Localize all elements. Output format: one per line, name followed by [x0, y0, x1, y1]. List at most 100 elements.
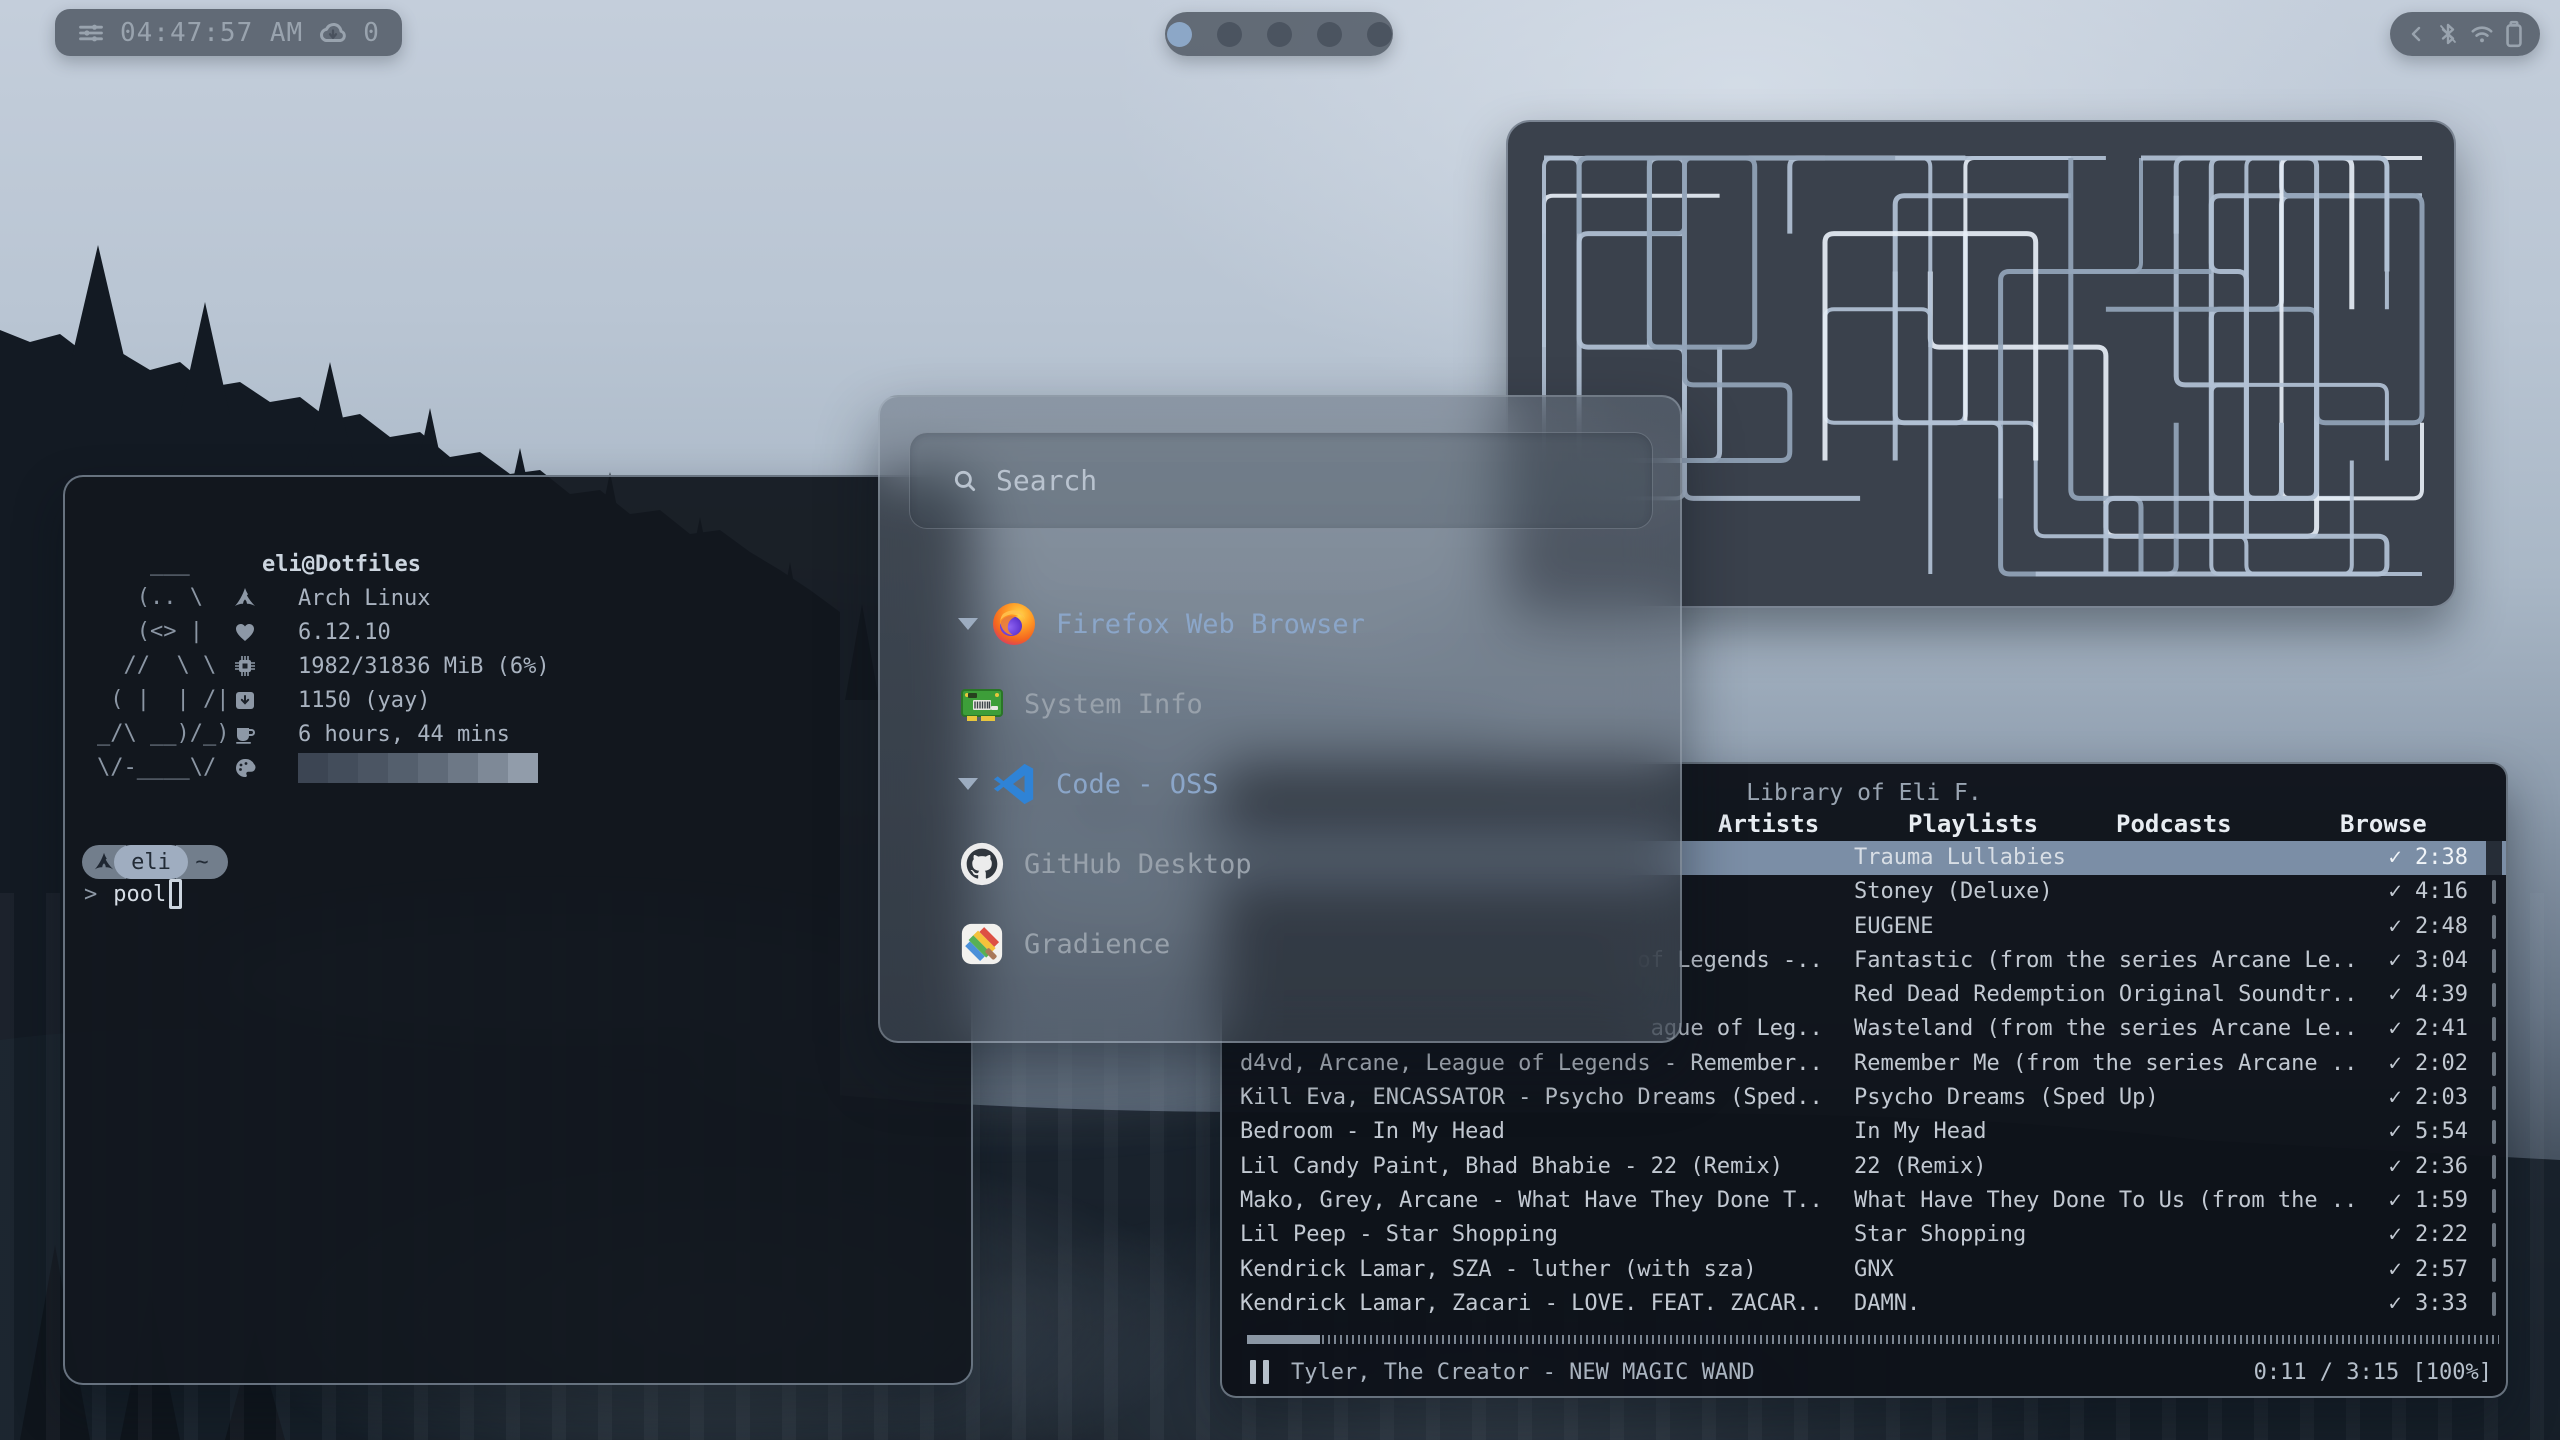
track-duration: ✓ 2:36	[2389, 1150, 2468, 1184]
seek-bar[interactable]	[1247, 1335, 2499, 1344]
track-artist-title: Bedroom - In My Head	[1240, 1115, 1825, 1149]
track-duration: ✓ 2:41	[2389, 1012, 2468, 1046]
playlist-row[interactable]: d4vd, Arcane, League of Legends - Rememb…	[1222, 1047, 2506, 1081]
command-line[interactable]: > pool	[84, 877, 182, 911]
desktop: 04:47:57 AM 0 ___ (.. \ (<> | // \ \ ( |…	[0, 0, 2560, 1440]
scrollbar-tick	[2492, 1292, 2496, 1316]
track-duration: ✓ 3:33	[2389, 1287, 2468, 1321]
track-duration: ✓ 3:04	[2389, 944, 2468, 978]
track-duration: ✓ 5:54	[2389, 1115, 2468, 1149]
workspace-dot-4[interactable]	[1317, 22, 1342, 47]
track-artist-title: Lil Peep - Star Shopping	[1240, 1218, 1825, 1252]
track-album: Star Shopping	[1854, 1218, 2359, 1252]
track-album: Fantastic (from the series Arcane Le..	[1854, 944, 2359, 978]
system-tray[interactable]	[2390, 12, 2540, 56]
battery-icon[interactable]	[2503, 20, 2525, 48]
fetch-ascii-logo: ___ (.. \ (<> | // \ \ ( | | /| _/\ __)/…	[97, 547, 229, 785]
chevron-left-icon[interactable]	[2405, 22, 2429, 46]
track-duration: ✓ 2:48	[2389, 910, 2468, 944]
fetch-value: 1982/31836 MiB (6%)	[298, 654, 550, 679]
terminal-color-swatches	[298, 753, 538, 783]
app-label: Firefox Web Browser	[1056, 609, 1365, 640]
package-icon	[232, 688, 258, 712]
prompt-symbol: >	[84, 882, 97, 907]
scrollbar-tick	[2492, 949, 2496, 973]
terminal-window[interactable]: ___ (.. \ (<> | // \ \ ( | | /| _/\ __)/…	[63, 475, 973, 1385]
app-label: Code - OSS	[1056, 769, 1219, 800]
scrollbar-tick	[2492, 1052, 2496, 1076]
launcher-app-firefox-web-browser[interactable]: Firefox Web Browser	[958, 584, 1640, 664]
wifi-icon[interactable]	[2468, 21, 2496, 47]
playlist-row[interactable]: Lil Peep - Star ShoppingStar Shopping✓ 2…	[1222, 1218, 2506, 1252]
tab-podcasts[interactable]: Podcasts	[2116, 810, 2232, 838]
workspace-dot-1[interactable]	[1167, 22, 1192, 47]
fetch-value: 1150 (yay)	[298, 688, 430, 713]
fetch-title: eli@Dotfiles	[262, 552, 421, 577]
playlist-row[interactable]: Kill Eva, ENCASSATOR - Psycho Dreams (Sp…	[1222, 1081, 2506, 1115]
systeminfo-icon	[958, 680, 1006, 728]
launcher-app-gradience[interactable]: Gradience	[958, 904, 1640, 984]
track-duration: ✓ 2:57	[2389, 1253, 2468, 1287]
color-swatch	[448, 753, 478, 783]
tab-browse[interactable]: Browse	[2340, 810, 2427, 838]
chevron-down-icon[interactable]	[958, 778, 978, 790]
workspace-dot-3[interactable]	[1267, 22, 1292, 47]
search-box[interactable]	[909, 432, 1653, 529]
track-album: What Have They Done To Us (from the ..	[1854, 1184, 2359, 1218]
clock-pill[interactable]: 04:47:57 AM 0	[55, 9, 402, 56]
track-duration: ✓ 2:03	[2389, 1081, 2468, 1115]
app-label: System Info	[1024, 689, 1203, 720]
scrollbar-thumb[interactable]	[2486, 841, 2502, 875]
scrollbar-tick	[2492, 1258, 2496, 1282]
tab-artists[interactable]: Artists	[1718, 810, 1819, 838]
track-album: EUGENE	[1854, 910, 2359, 944]
scrollbar-tick	[2492, 1017, 2496, 1041]
scrollbar-tick	[2492, 983, 2496, 1007]
search-input[interactable]	[996, 464, 1652, 497]
workspace-dot-5[interactable]	[1367, 22, 1392, 47]
app-launcher[interactable]: Firefox Web Browser System Info Code - OSS…	[878, 395, 1682, 1043]
scrollbar-tick	[2492, 1155, 2496, 1179]
chip-icon	[232, 654, 258, 678]
launcher-app-github-desktop[interactable]: GitHub Desktop	[958, 824, 1640, 904]
color-swatch	[358, 753, 388, 783]
typed-command: pool	[113, 882, 166, 907]
track-artist-title: Kendrick Lamar, SZA - luther (with sza)	[1240, 1253, 1825, 1287]
track-album: DAMN.	[1854, 1287, 2359, 1321]
workspace-dot-2[interactable]	[1217, 22, 1242, 47]
track-duration: ✓ 4:16	[2389, 875, 2468, 909]
playlist-row[interactable]: Kendrick Lamar, SZA - luther (with sza)G…	[1222, 1253, 2506, 1287]
tab-playlists[interactable]: Playlists	[1908, 810, 2038, 838]
track-duration: ✓ 2:02	[2389, 1047, 2468, 1081]
app-list: Firefox Web Browser System Info Code - OSS…	[958, 584, 1640, 984]
track-album: In My Head	[1854, 1115, 2359, 1149]
workspace-dots	[1165, 12, 1393, 56]
code-icon	[990, 760, 1038, 808]
playlist-row[interactable]: Kendrick Lamar, Zacari - LOVE. FEAT. ZAC…	[1222, 1287, 2506, 1321]
playlist-row[interactable]: Bedroom - In My Head In My Head ✓ 5:54	[1222, 1115, 2506, 1149]
track-album: Trauma Lullabies	[1854, 841, 2359, 875]
search-icon	[952, 468, 978, 494]
launcher-app-system-info[interactable]: System Info	[958, 664, 1640, 744]
track-duration: ✓ 2:38	[2389, 841, 2468, 875]
color-swatch	[478, 753, 508, 783]
app-label: Gradience	[1024, 929, 1170, 960]
playlist-row[interactable]: Lil Candy Paint, Bhad Bhabie - 22 (Remix…	[1222, 1150, 2506, 1184]
track-album: Psycho Dreams (Sped Up)	[1854, 1081, 2359, 1115]
seek-remaining	[1322, 1335, 2499, 1344]
fetch-row: 6.12.10	[232, 615, 550, 649]
track-album: Red Dead Redemption Original Soundtr..	[1854, 978, 2359, 1012]
bluetooth-off-icon[interactable]	[2436, 22, 2460, 46]
pause-icon[interactable]	[1250, 1360, 1269, 1384]
scrollbar-tick	[2492, 880, 2496, 904]
chevron-down-icon[interactable]	[958, 618, 978, 630]
track-artist-title: Lil Candy Paint, Bhad Bhabie - 22 (Remix…	[1240, 1150, 1825, 1184]
track-album: 22 (Remix)	[1854, 1150, 2359, 1184]
now-playing-bar: Tyler, The Creator - NEW MAGIC WAND 0:11…	[1250, 1354, 2492, 1390]
fetch-row: 1982/31836 MiB (6%)	[232, 649, 550, 683]
launcher-app-code-oss[interactable]: Code - OSS	[958, 744, 1640, 824]
track-album: Wasteland (from the series Arcane Le..	[1854, 1012, 2359, 1046]
prompt-pill: eli ~	[82, 845, 228, 879]
prompt-user: eli	[114, 845, 188, 879]
playlist-row[interactable]: Mako, Grey, Arcane - What Have They Done…	[1222, 1184, 2506, 1218]
